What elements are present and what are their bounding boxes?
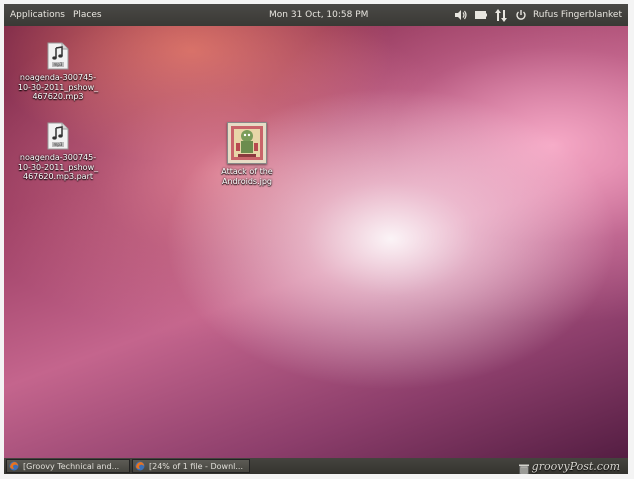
desktop-icon-mp3[interactable]: mp3 noagenda-300745- 10-30-2011_pshow_ 4…: [13, 42, 103, 102]
firefox-icon: [135, 461, 145, 471]
menu-places[interactable]: Places: [69, 4, 106, 26]
firefox-icon: [9, 461, 19, 471]
taskbar-item-label: [24% of 1 file - Downl...: [149, 461, 244, 471]
taskbar-item-browser[interactable]: [Groovy Technical and...: [6, 459, 130, 473]
top-panel: Applications Places Mon 31 Oct, 10:58 PM: [4, 4, 628, 26]
menu-applications[interactable]: Applications: [6, 4, 69, 26]
audio-file-icon: mp3: [47, 122, 69, 150]
desktop-icon-label: Attack of the Androids.jpg: [221, 167, 273, 186]
image-thumbnail-icon: [227, 122, 267, 164]
bottom-panel: [Groovy Technical and... [24% of 1 file …: [4, 458, 628, 474]
clock[interactable]: Mon 31 Oct, 10:58 PM: [269, 4, 368, 26]
system-tray: Rufus Fingerblanket: [451, 4, 628, 26]
desktop-icon-label: noagenda-300745- 10-30-2011_pshow_ 46762…: [17, 153, 99, 181]
watermark: groovyPost.com: [531, 460, 620, 473]
taskbar-item-downloads[interactable]: [24% of 1 file - Downl...: [132, 459, 250, 473]
battery-icon[interactable]: [474, 8, 488, 22]
file-badge: mp3: [54, 142, 63, 147]
file-badge: mp3: [54, 62, 63, 67]
desktop-icon-label: noagenda-300745- 10-30-2011_pshow_ 46762…: [17, 73, 99, 101]
network-icon[interactable]: [494, 8, 508, 22]
desktop-icon-jpg[interactable]: Attack of the Androids.jpg: [202, 122, 292, 186]
power-icon[interactable]: [514, 8, 528, 22]
audio-file-icon: mp3: [47, 42, 69, 70]
volume-icon[interactable]: [454, 8, 468, 22]
desktop-icon-mp3-part[interactable]: mp3 noagenda-300745- 10-30-2011_pshow_ 4…: [13, 122, 103, 182]
trash-icon[interactable]: [518, 460, 530, 474]
taskbar-item-label: [Groovy Technical and...: [23, 461, 120, 471]
user-menu[interactable]: Rufus Fingerblanket: [531, 4, 628, 26]
desktop-screen: Applications Places Mon 31 Oct, 10:58 PM: [4, 4, 628, 474]
